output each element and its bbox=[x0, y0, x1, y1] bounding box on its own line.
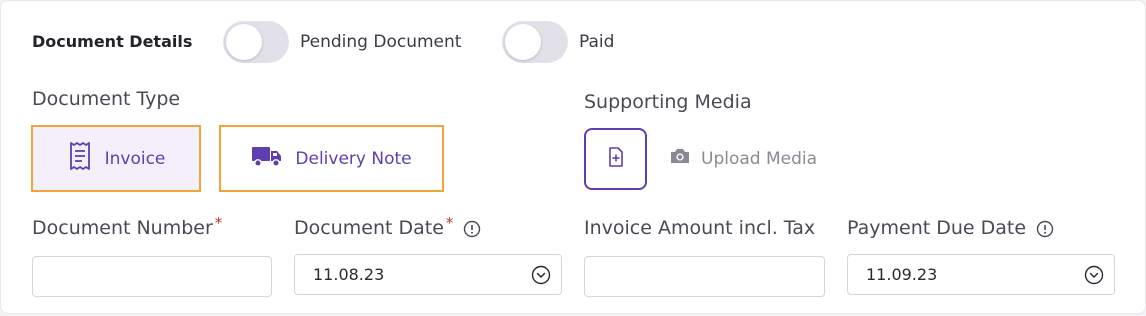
toggle-knob bbox=[505, 24, 541, 60]
section-title: Document Details bbox=[32, 32, 193, 51]
paid-label: Paid bbox=[579, 32, 615, 52]
required-marker: * bbox=[214, 214, 223, 232]
document-date-select[interactable]: 11.08.23 bbox=[294, 254, 562, 295]
file-plus-icon bbox=[607, 147, 625, 171]
document-date-label: Document Date * bbox=[294, 214, 481, 243]
document-number-label-text: Document Number bbox=[32, 217, 213, 239]
invoice-type-button[interactable]: Invoice bbox=[31, 125, 201, 192]
payment-due-date-value: 11.09.23 bbox=[866, 265, 938, 284]
document-date-value: 11.08.23 bbox=[313, 265, 385, 284]
pending-document-label: Pending Document bbox=[300, 32, 462, 52]
invoice-amount-input[interactable] bbox=[584, 256, 825, 297]
delivery-note-type-label: Delivery Note bbox=[295, 148, 412, 169]
invoice-amount-label: Invoice Amount incl. Tax bbox=[584, 217, 815, 239]
truck-icon bbox=[251, 144, 283, 173]
payment-due-date-select[interactable]: 11.09.23 bbox=[847, 254, 1115, 295]
required-marker: * bbox=[445, 214, 454, 232]
paid-toggle[interactable] bbox=[502, 21, 568, 63]
toggle-knob bbox=[226, 24, 262, 60]
payment-due-date-label: Payment Due Date bbox=[847, 217, 1054, 243]
delivery-note-type-button[interactable]: Delivery Note bbox=[219, 125, 444, 192]
camera-icon bbox=[669, 147, 691, 170]
invoice-amount-label-text: Invoice Amount incl. Tax bbox=[584, 217, 816, 239]
document-number-label: Document Number * bbox=[32, 214, 223, 240]
add-file-button[interactable] bbox=[584, 128, 647, 190]
info-icon[interactable] bbox=[1036, 220, 1054, 243]
document-number-input[interactable] bbox=[32, 256, 272, 297]
chevron-down-icon bbox=[1084, 265, 1104, 289]
pending-document-toggle[interactable] bbox=[223, 21, 289, 63]
receipt-icon bbox=[67, 140, 93, 177]
invoice-type-label: Invoice bbox=[104, 148, 166, 169]
supporting-media-label: Supporting Media bbox=[584, 91, 752, 113]
upload-media-label: Upload Media bbox=[701, 148, 818, 169]
upload-media-button[interactable]: Upload Media bbox=[669, 147, 817, 170]
document-date-label-text: Document Date bbox=[294, 217, 444, 239]
chevron-down-icon bbox=[531, 265, 551, 289]
document-details-card: Document Details Pending Document Paid D… bbox=[0, 0, 1146, 314]
document-type-label: Document Type bbox=[32, 88, 181, 110]
payment-due-date-label-text: Payment Due Date bbox=[847, 217, 1027, 239]
info-icon[interactable] bbox=[463, 220, 481, 243]
